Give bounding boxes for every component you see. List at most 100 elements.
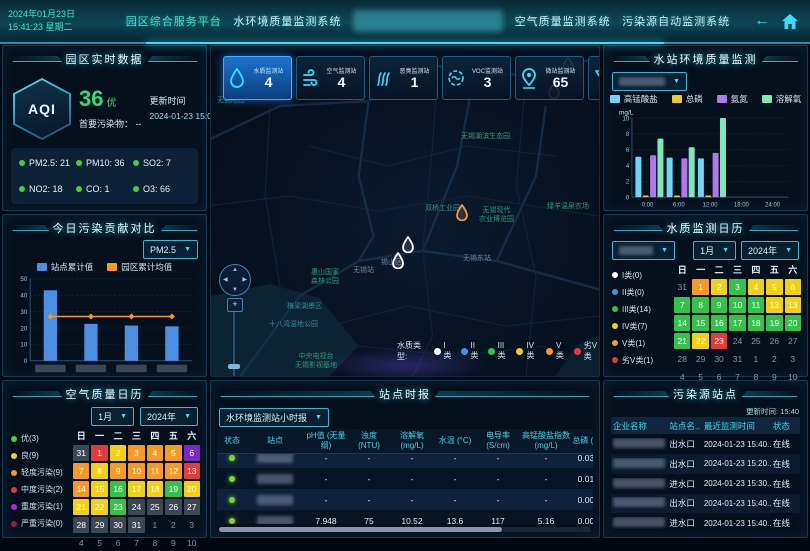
metric-item: PM2.5: 21 [19,158,76,168]
calendar-day: 18 [748,315,764,331]
calendar-day: 17 [128,481,144,497]
value-cell: - [475,468,521,489]
station-type-button-2[interactable]: 空气监测站4 [296,56,365,100]
station-marker-icon[interactable] [455,204,469,226]
legend-label: 优(3) [21,433,39,444]
legend-dot-icon [612,272,618,278]
realtime-data-panel: 园区实时数据 AQI 36优 首要污染物： -- 更新时间 2024-01-23… [2,45,207,211]
legend-dot-icon [612,323,618,329]
metric-label: O3: 66 [143,184,170,194]
station-type-button-3[interactable]: 恶臭监测站1 [369,56,438,100]
calendar-weekday: 三 [729,263,745,277]
calendar-weekday: 日 [73,429,89,443]
station-type-button-1[interactable]: 水质监测站4 [223,56,292,100]
air-month-select[interactable]: 1月▼ [91,407,134,426]
panel-title-air-calendar: 空气质量日历 [66,386,144,402]
map-place-label: 中央电视台 无锡影视基地 [295,352,337,370]
pan-down-icon[interactable]: ▼ [232,287,238,293]
calendar-day: 9 [711,297,727,313]
column-header: 站点 [247,429,303,453]
station-type-button-6[interactable]: 污染源监测6 [588,56,600,100]
calendar-day: 18 [147,481,163,497]
top-header: 2024年01月23日 15:41:23 星期二 园区综合服务平台 水环境质量监… [0,0,810,44]
pollution-row[interactable]: 进水口2024-01-23 15:30..在线 [611,474,800,494]
station-type-button-5[interactable]: 微站监测站65 [515,56,584,100]
value-cell: 5.16 [521,510,571,524]
back-icon[interactable]: ← [754,12,770,30]
legend-dot-icon [612,340,618,346]
pan-left-icon[interactable]: ◀ [223,276,228,283]
map-pan-control[interactable]: ▲ ▼ ◀ ▶ [219,264,251,296]
calendar-day: 2 [110,445,126,461]
status-cell [217,510,247,524]
water-station-chart-panel: 水站环境质量监测 ▼ 高锰酸盐总磷氨氮溶解氧 mg/L02468100:006:… [603,45,808,211]
calendar-day: 20 [184,481,200,497]
scrollbar-thumb[interactable] [219,527,502,532]
report-type-select[interactable]: 水环境监测站小时报▼ [219,408,329,427]
calendar-day: 31 [674,279,690,295]
pollution-row[interactable]: 出水口2024-01-23 15:40..在线 [611,434,800,454]
legend-item: 高锰酸盐 [610,93,658,105]
pollution-row[interactable]: 出水口2024-01-23 15:20..在线 [611,454,800,474]
nav-pollution-system[interactable]: 污染源自动监测系统 [622,13,730,29]
outlet-cell: 进水口 [667,517,702,529]
company-name-redacted [611,497,667,509]
water-station-select[interactable]: ▼ [612,72,687,91]
air-year-select[interactable]: 2024年▼ [140,407,198,426]
value-cell: - [303,489,349,510]
home-icon[interactable] [782,14,798,29]
panel-title-water-chart: 水站环境质量监测 [654,51,758,67]
legend-swatch-icon [107,263,117,271]
calendar-day: 17 [729,315,745,331]
station-type-button-4[interactable]: VOC监测站3 [442,56,511,100]
table-row[interactable]: 7.9487510.5213.61175.160.005880.002685.5… [217,510,593,524]
calendar-day: 9 [110,463,126,479]
time-cell: 2024-01-23 15:30.. [702,479,771,488]
legend-label: II类(0) [622,287,644,298]
pan-up-icon[interactable]: ▲ [232,267,238,273]
legend-dot-icon [612,306,618,312]
nav-water-system[interactable]: 水环境质量监测系统 [233,13,341,29]
water-class-calendar-legend: I类(0)II类(0)III类(14)IV类(7)V类(1)劣V类(1) [610,263,674,372]
pollutant-select[interactable]: PM2.5▼ [143,240,198,259]
map-place-label: 无锡现代 农业博览园 [479,206,514,224]
water-quality-bar-chart: mg/L02468100:006:0012:0018:0024:00 [604,107,807,210]
nav-air-system[interactable]: 空气质量监测系统 [515,13,611,29]
map-place-label: 梅梁湖景区 [287,302,322,311]
status-dot-icon [19,186,25,192]
legend-item: 总磷 [672,93,703,105]
legend-label: V类 [556,341,565,361]
table-row[interactable]: ------0.017360.156656- [217,468,593,489]
calendar-day: 31 [729,351,745,367]
map-zoom-slider: + − [227,298,241,377]
calendar-day: 14 [73,481,89,497]
calendar-day: 26 [766,333,782,349]
legend-item: 站点累计值 [37,261,94,273]
station-type-label: 水质监测站 [251,66,287,75]
map-container[interactable]: 水质监测站4空气监测站4恶臭监测站1VOC监测站3微站监测站65 污染源监测6 ▲… [210,45,600,377]
station-marker-icon[interactable] [391,252,405,274]
legend-dot-icon [461,348,468,355]
zoom-in-button[interactable]: + [227,298,243,312]
svg-text:40: 40 [20,293,27,300]
primary-pollutant: 首要污染物： -- [79,117,142,130]
calendar-day: 6 [110,535,126,551]
legend-label: III类(14) [622,304,651,315]
nav-park-platform[interactable]: 园区综合服务平台 [126,13,222,29]
map-place-label: 无锡东站 [463,254,491,263]
main-nav: 园区综合服务平台 水环境质量监测系统 空气质量监测系统 污染源自动监测系统 [120,10,736,32]
pollution-row[interactable]: 出水口2024-01-23 15:40..在线 [611,494,800,514]
legend-swatch-icon [762,95,772,103]
time-cell: 2024-01-23 15:20.. [702,459,771,468]
pollution-row[interactable]: 进水口2024-01-23 15:40..在线 [611,513,800,533]
calendar-day: 24 [128,499,144,515]
pan-right-icon[interactable]: ▶ [242,276,247,283]
water-month-select[interactable]: 1月▼ [693,241,736,260]
legend-dot-icon [612,357,618,363]
map-place-label: 无锡湖滨生态园 [461,132,510,141]
table-row[interactable]: ------0.007240.028493- [217,489,593,510]
water-year-select[interactable]: 2024年▼ [741,241,799,260]
calendar-day: 14 [674,315,690,331]
column-header: 站点名.. [667,420,702,432]
water-cal-station-select[interactable]: ▼ [612,241,675,260]
